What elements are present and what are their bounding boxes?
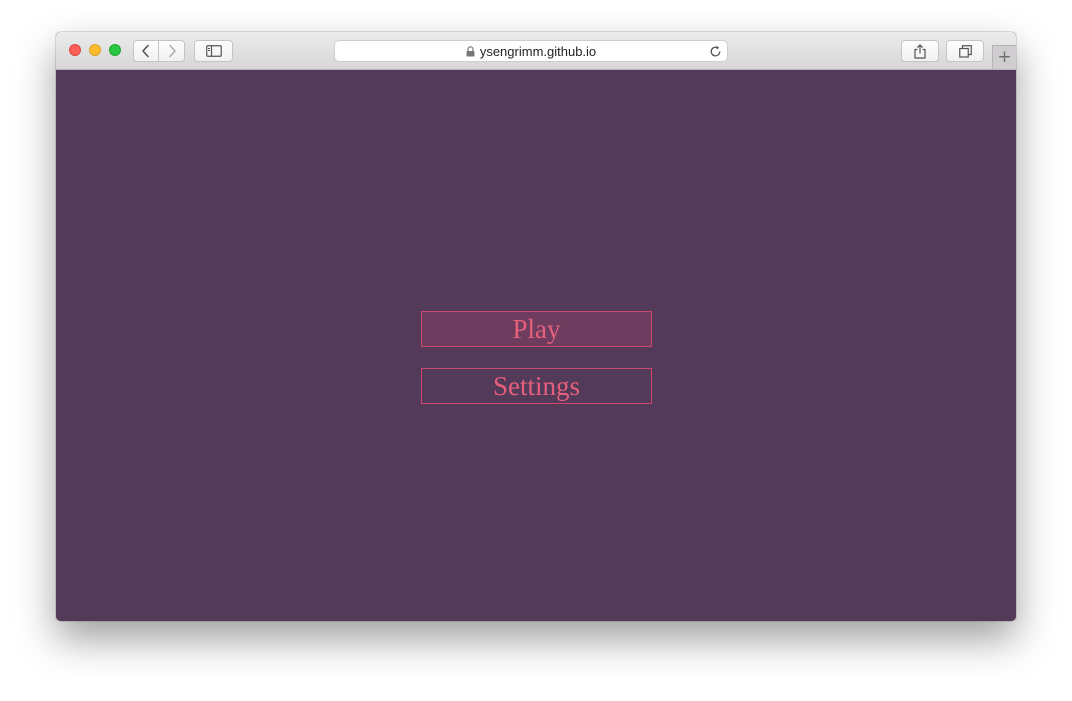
address-bar-content: ysengrimm.github.io	[335, 41, 727, 61]
play-button-label: Play	[512, 313, 561, 344]
tabs-overview-icon	[958, 44, 972, 58]
url-text: ysengrimm.github.io	[479, 43, 597, 59]
chevron-right-icon	[168, 44, 176, 58]
sidebar-toggle-button[interactable]	[194, 40, 233, 62]
browser-toolbar: ysengrimm.github.io +	[56, 32, 1016, 70]
settings-button[interactable]: Settings	[421, 368, 652, 404]
back-button[interactable]	[133, 40, 159, 62]
chevron-left-icon	[142, 44, 149, 58]
reload-button[interactable]	[708, 44, 722, 58]
share-icon	[914, 43, 926, 59]
reload-icon	[710, 45, 720, 56]
tab-overview-button[interactable]	[946, 40, 984, 62]
forward-button[interactable]	[159, 40, 185, 62]
maximize-window-button[interactable]	[109, 44, 121, 56]
settings-button-label: Settings	[492, 370, 580, 401]
play-button[interactable]: Play	[421, 311, 652, 347]
lock-icon	[466, 45, 475, 56]
share-button[interactable]	[901, 40, 939, 62]
address-bar[interactable]: ysengrimm.github.io	[334, 40, 728, 62]
minimize-window-button[interactable]	[89, 44, 101, 56]
close-window-button[interactable]	[69, 44, 81, 56]
game-viewport: Play Settings	[56, 70, 1016, 621]
sidebar-icon	[205, 45, 222, 57]
browser-window: ysengrimm.github.io + Play Settings	[56, 32, 1016, 621]
plus-icon: +	[997, 47, 1012, 67]
new-tab-button[interactable]: +	[992, 45, 1016, 69]
